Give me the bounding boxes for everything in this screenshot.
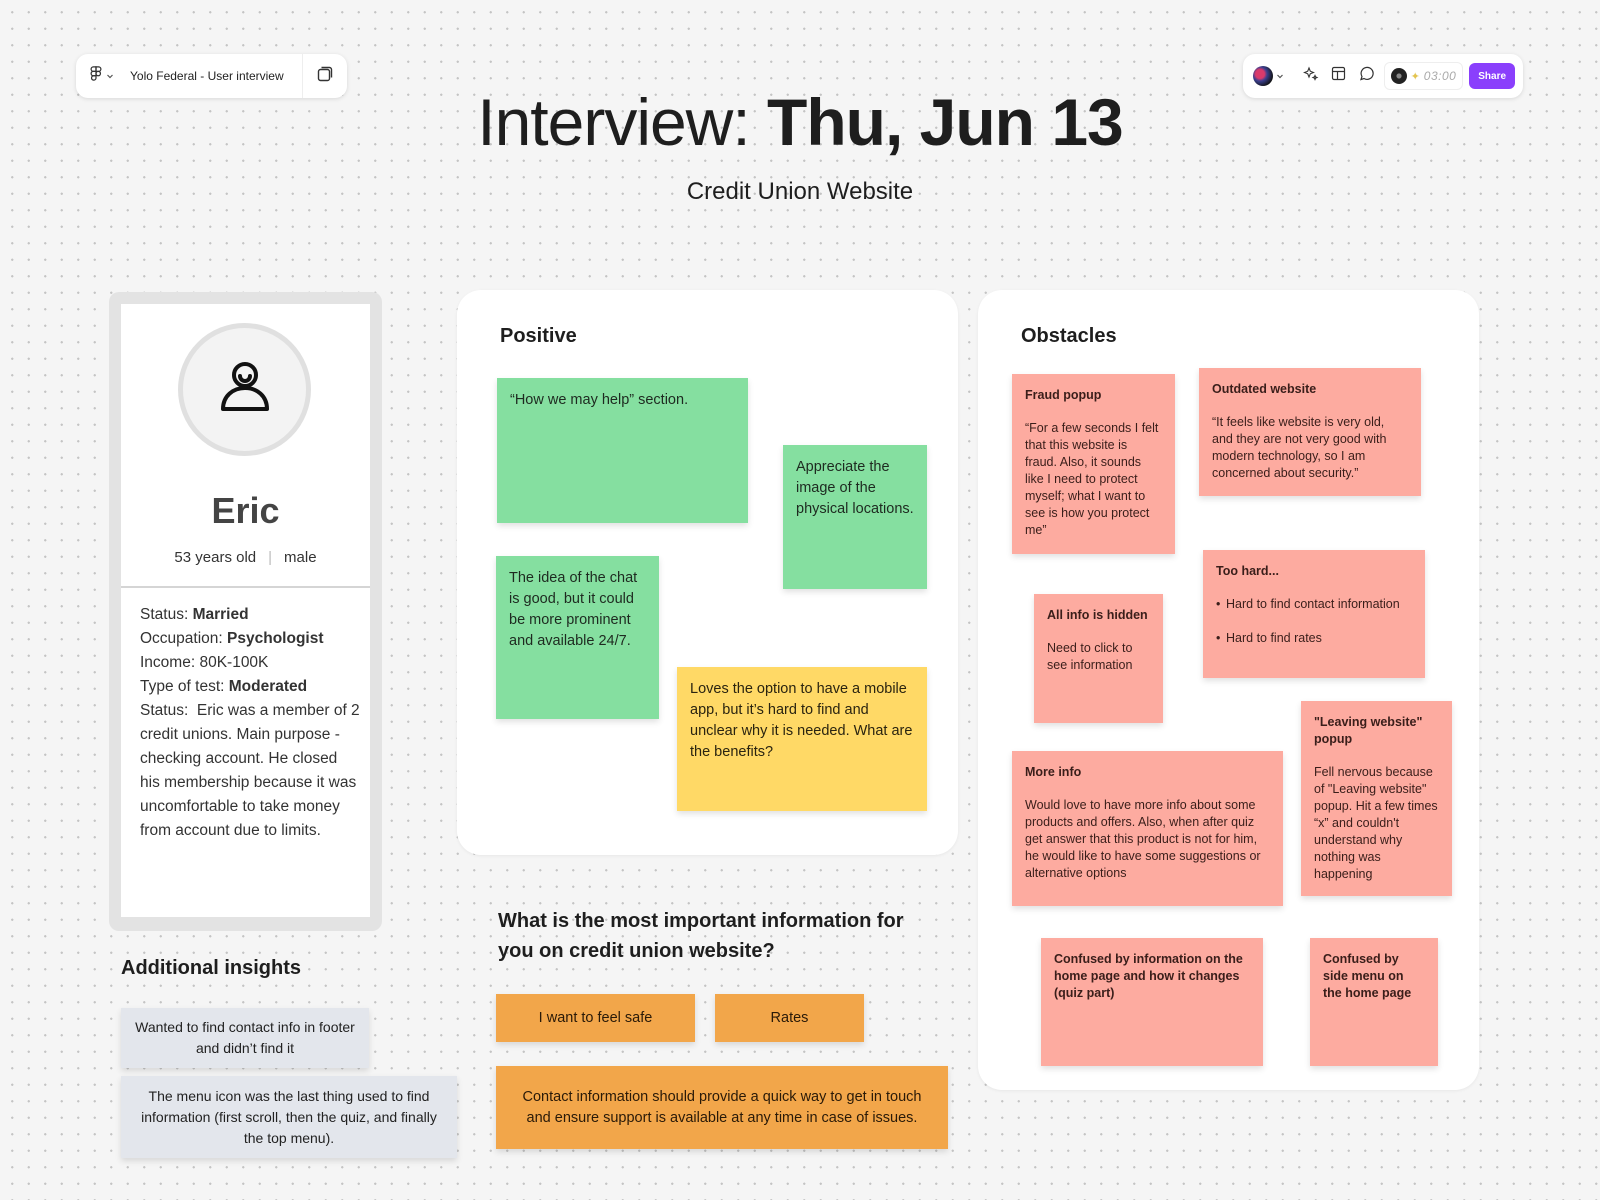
persona-age: 53 years old	[174, 549, 257, 566]
title-date: Thu, Jun 13	[767, 85, 1124, 159]
note-bullets: Hard to find contact information Hard to…	[1216, 596, 1412, 647]
note-title: Confused by side menu on the home page	[1323, 952, 1412, 1000]
question-heading: What is the most important information f…	[498, 910, 904, 962]
obstacle-note-too-hard[interactable]: Too hard... Hard to find contact informa…	[1203, 550, 1425, 678]
persona-gender: male	[284, 549, 317, 566]
detail-status: Status: Married	[140, 606, 249, 623]
page-title: Interview: Thu, Jun 13	[0, 84, 1600, 160]
positive-note-mixed[interactable]: Loves the option to have a mobile app, b…	[677, 667, 927, 811]
answer-note[interactable]: Rates	[715, 994, 864, 1042]
detail-test-type: Type of test: Moderated	[140, 678, 308, 695]
obstacle-note-more-info[interactable]: More info Would love to have more info a…	[1012, 751, 1283, 906]
answer-note[interactable]: Contact information should provide a qui…	[496, 1066, 948, 1149]
obstacle-note-confused-home[interactable]: Confused by information on the home page…	[1041, 938, 1263, 1066]
note-title: Too hard...	[1216, 564, 1279, 578]
title-prefix: Interview:	[477, 85, 750, 159]
note-title: Fraud popup	[1025, 388, 1102, 402]
note-bullet: Hard to find contact information	[1216, 596, 1412, 613]
card-divider	[121, 586, 370, 588]
insights-heading: Additional insights	[121, 957, 301, 979]
obstacle-note-outdated[interactable]: Outdated website “It feels like website …	[1199, 368, 1421, 496]
persona-meta: 53 years old | male	[121, 549, 370, 566]
answer-note[interactable]: I want to feel safe	[496, 994, 695, 1042]
note-title: All info is hidden	[1047, 608, 1148, 622]
detail-occupation: Occupation: Psychologist	[140, 630, 324, 647]
user-icon	[213, 355, 277, 424]
note-body: “For a few seconds I felt that this webs…	[1025, 421, 1159, 537]
detail-background: Status: Eric was a member of 2 credit un…	[140, 702, 360, 839]
user-avatar	[1253, 66, 1273, 86]
note-title: "Leaving website" popup	[1314, 715, 1423, 746]
positive-note[interactable]: “How we may help” section.	[497, 378, 748, 523]
note-title: Confused by information on the home page…	[1054, 952, 1243, 1000]
meta-separator: |	[268, 549, 273, 566]
persona-name: Eric	[211, 490, 280, 531]
note-bullet: Hard to find rates	[1216, 630, 1412, 647]
sparkle-note-icon: ✦	[1410, 70, 1420, 83]
chevron-down-icon	[106, 67, 114, 85]
obstacle-note-confused-side-menu[interactable]: Confused by side menu on the home page	[1310, 938, 1438, 1066]
positive-heading: Positive	[500, 325, 577, 347]
avatar	[178, 323, 311, 456]
note-body: Would love to have more info about some …	[1025, 798, 1261, 880]
timer-value: 03:00	[1423, 69, 1457, 83]
user-menu-button[interactable]	[1253, 66, 1284, 86]
note-title: Outdated website	[1212, 382, 1317, 396]
positive-note[interactable]: The idea of the chat is good, but it cou…	[496, 556, 659, 719]
obstacle-note-hidden-info[interactable]: All info is hidden Need to click to see …	[1034, 594, 1163, 723]
note-body: Fell nervous because of "Leaving website…	[1314, 765, 1438, 881]
obstacles-heading: Obstacles	[1021, 325, 1117, 347]
page-subtitle: Credit Union Website	[686, 178, 914, 205]
comment-icon	[1359, 66, 1374, 86]
chevron-down-icon	[1276, 67, 1284, 85]
detail-income: Income: 80K-100K	[140, 654, 269, 671]
file-title[interactable]: Yolo Federal - User interview	[130, 69, 302, 83]
persona-details: Status: Married Occupation: Psychologist…	[140, 603, 360, 843]
music-timer-icon	[1390, 68, 1407, 84]
positive-note[interactable]: Appreciate the image of the physical loc…	[783, 445, 927, 589]
insight-note[interactable]: The menu icon was the last thing used to…	[121, 1076, 457, 1158]
obstacle-note-leaving-popup[interactable]: "Leaving website" popup Fell nervous bec…	[1301, 701, 1452, 896]
layout-icon	[1331, 66, 1346, 86]
obstacle-note-fraud-popup[interactable]: Fraud popup “For a few seconds I felt th…	[1012, 374, 1175, 554]
insight-note[interactable]: Wanted to find contact info in footer an…	[121, 1008, 369, 1068]
note-title: More info	[1025, 765, 1082, 779]
note-body: Need to click to see information	[1047, 641, 1133, 672]
note-body: “It feels like website is very old, and …	[1212, 415, 1387, 480]
